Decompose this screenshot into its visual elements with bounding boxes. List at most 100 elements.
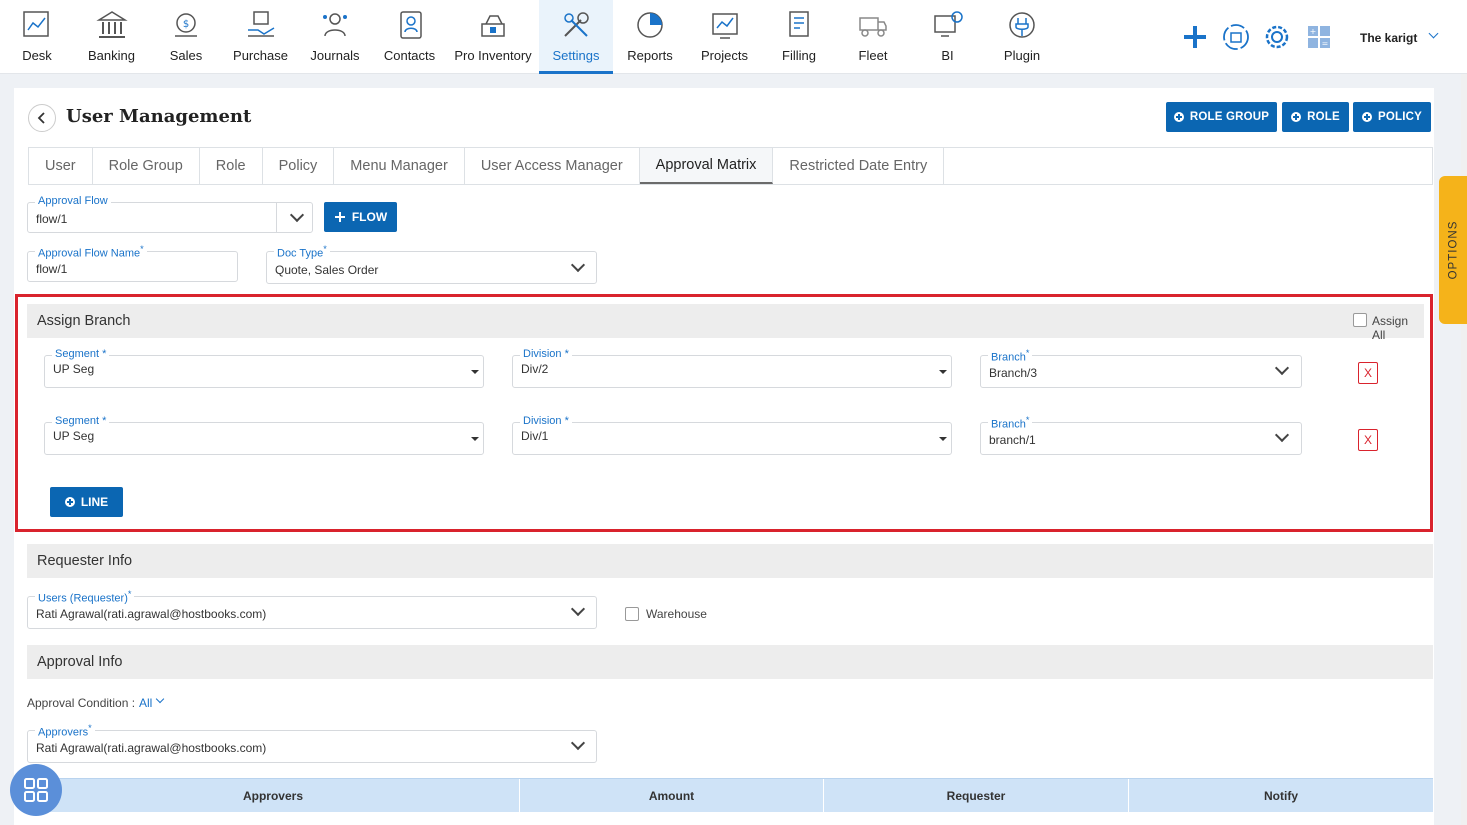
add-icon[interactable] bbox=[1181, 20, 1209, 54]
segment-select[interactable]: Segment * UP Seg bbox=[44, 415, 484, 455]
add-line-button[interactable]: LINE bbox=[50, 487, 123, 517]
role-button-label: ROLE bbox=[1307, 111, 1340, 123]
assign-all-label: Assign All bbox=[1372, 314, 1409, 342]
nav-fleet[interactable]: Fleet bbox=[836, 0, 910, 74]
branch-label-text: Branch bbox=[991, 418, 1026, 431]
nav-bi-label: BI bbox=[941, 48, 954, 63]
nav-purchase[interactable]: Purchase bbox=[223, 0, 298, 74]
tab-user[interactable]: User bbox=[29, 148, 93, 184]
segment-label: Segment * bbox=[52, 348, 110, 360]
approval-flow-name-input[interactable]: Approval Flow Name* flow/1 bbox=[27, 244, 238, 282]
company-chevron-down-icon[interactable] bbox=[1428, 28, 1439, 39]
nav-purchase-label: Purchase bbox=[233, 48, 288, 63]
add-flow-button[interactable]: FLOW bbox=[324, 202, 397, 232]
nav-projects[interactable]: Projects bbox=[687, 0, 762, 74]
app-grid-fab[interactable] bbox=[10, 764, 62, 816]
nav-fleet-label: Fleet bbox=[858, 48, 888, 63]
contacts-icon bbox=[399, 11, 422, 39]
tab-menu-manager[interactable]: Menu Manager bbox=[334, 148, 465, 184]
segment-value: UP Seg bbox=[53, 362, 95, 376]
doc-type-label: Doc Type* bbox=[274, 244, 330, 260]
approval-condition-value[interactable]: All bbox=[139, 696, 152, 710]
sync-bank-icon[interactable] bbox=[1221, 20, 1251, 54]
nav-journals-label: Journals bbox=[310, 48, 360, 63]
calculator-icon[interactable]: += bbox=[1305, 20, 1333, 54]
th-approvers: Approvers bbox=[27, 779, 520, 812]
nav-contacts-label: Contacts bbox=[383, 48, 436, 63]
branch-select[interactable]: Branch* branch/1 bbox=[980, 415, 1302, 455]
tab-policy[interactable]: Policy bbox=[263, 148, 335, 184]
branch-label-text: Branch bbox=[991, 351, 1026, 364]
back-button[interactable] bbox=[28, 104, 56, 132]
nav-banking-label: Banking bbox=[88, 48, 135, 63]
page-scrollbar[interactable] bbox=[1461, 0, 1467, 825]
nav-settings-label: Settings bbox=[552, 48, 600, 63]
nav-settings[interactable]: Settings bbox=[539, 0, 613, 74]
division-label: Division * bbox=[520, 415, 572, 427]
division-select[interactable]: Division * Div/2 bbox=[512, 348, 952, 388]
users-requester-select[interactable]: Users (Requester)* Rati Agrawal(rati.agr… bbox=[27, 589, 597, 629]
users-requester-value: Rati Agrawal(rati.agrawal@hostbooks.com) bbox=[36, 607, 267, 621]
tab-approval-matrix[interactable]: Approval Matrix bbox=[639, 148, 774, 184]
plugin-icon bbox=[1009, 12, 1035, 38]
chevron-down-icon bbox=[1274, 360, 1290, 376]
nav-bi[interactable]: BI bbox=[910, 0, 985, 74]
tab-role-group[interactable]: Role Group bbox=[93, 148, 200, 184]
nav-projects-label: Projects bbox=[701, 48, 748, 63]
nav-pro-inventory[interactable]: Pro Inventory bbox=[447, 0, 539, 74]
th-notify: Notify bbox=[1264, 788, 1298, 803]
division-value: Div/1 bbox=[521, 429, 549, 443]
division-label: Division * bbox=[520, 348, 572, 360]
svg-text:=: = bbox=[1322, 39, 1329, 48]
nav-reports[interactable]: Reports bbox=[613, 0, 687, 74]
nav-filling-label: Filling bbox=[782, 48, 816, 63]
policy-button[interactable]: POLICY bbox=[1353, 102, 1431, 132]
company-name[interactable]: The karigt bbox=[1360, 31, 1420, 45]
approval-flow-select[interactable]: Approval Flow flow/1 bbox=[27, 195, 313, 233]
svg-text:$: $ bbox=[183, 19, 189, 30]
nav-desk[interactable]: Desk bbox=[0, 0, 74, 74]
condition-chevron-down-icon[interactable] bbox=[155, 694, 165, 704]
caret-down-icon bbox=[471, 437, 479, 441]
nav-plugin[interactable]: Plugin bbox=[985, 0, 1059, 74]
division-select[interactable]: Division * Div/1 bbox=[512, 415, 952, 455]
doc-type-select[interactable]: Doc Type* Quote, Sales Order bbox=[266, 244, 597, 284]
nav-desk-label: Desk bbox=[22, 48, 52, 63]
approvers-select[interactable]: Approvers* Rati Agrawal(rati.agrawal@hos… bbox=[27, 723, 597, 763]
doc-type-label-text: Doc Type bbox=[277, 247, 324, 260]
requester-info-title: Requester Info bbox=[37, 553, 133, 569]
remove-row-button[interactable]: X bbox=[1358, 429, 1378, 451]
approval-info-header: Approval Info bbox=[27, 645, 1433, 679]
branch-select[interactable]: Branch* Branch/3 bbox=[980, 348, 1302, 388]
segment-select[interactable]: Segment * UP Seg bbox=[44, 348, 484, 388]
warehouse-checkbox[interactable] bbox=[625, 607, 639, 621]
user-management-card: User Management ROLE GROUP ROLE POLICY U… bbox=[14, 88, 1434, 825]
bi-icon bbox=[933, 11, 963, 37]
nav-sales[interactable]: $ Sales bbox=[149, 0, 223, 74]
nav-banking[interactable]: Banking bbox=[74, 0, 149, 74]
assign-branch-header: Assign Branch Assign All bbox=[27, 304, 1424, 342]
remove-row-button[interactable]: X bbox=[1358, 362, 1378, 384]
tab-role[interactable]: Role bbox=[200, 148, 263, 184]
tab-restricted-date-entry[interactable]: Restricted Date Entry bbox=[773, 148, 945, 184]
nav-contacts[interactable]: Contacts bbox=[372, 0, 447, 74]
inventory-icon bbox=[481, 15, 505, 37]
assign-all-checkbox[interactable] bbox=[1353, 313, 1367, 327]
nav-journals[interactable]: Journals bbox=[298, 0, 372, 74]
branch-label: Branch* bbox=[988, 415, 1033, 431]
approval-flow-label: Approval Flow bbox=[35, 195, 111, 207]
approval-flow-name-value: flow/1 bbox=[36, 262, 68, 276]
select-divider bbox=[276, 203, 277, 232]
desk-icon bbox=[23, 11, 49, 37]
role-group-button[interactable]: ROLE GROUP bbox=[1166, 102, 1277, 132]
approval-flow-name-label-text: Approval Flow Name bbox=[38, 247, 141, 260]
options-tab-label: OPTIONS bbox=[1447, 220, 1460, 280]
assign-branch-section: Assign Branch Assign All Segment * UP Se… bbox=[15, 294, 1433, 532]
plus-icon bbox=[334, 212, 345, 222]
role-button[interactable]: ROLE bbox=[1282, 102, 1349, 132]
nav-filling[interactable]: Filling bbox=[762, 0, 836, 74]
tab-user-access-manager[interactable]: User Access Manager bbox=[465, 148, 640, 184]
options-side-tab[interactable]: OPTIONS bbox=[1439, 176, 1467, 324]
gear-icon[interactable] bbox=[1262, 20, 1292, 54]
branch-value: Branch/3 bbox=[989, 366, 1038, 380]
